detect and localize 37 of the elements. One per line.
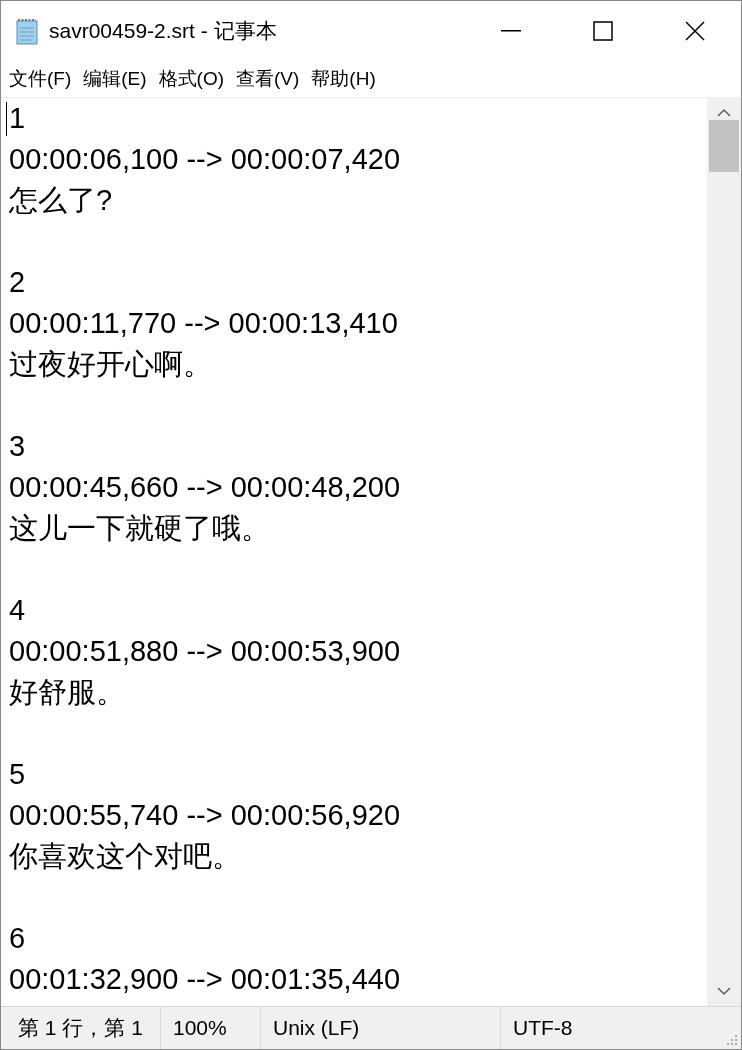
- subtitle-timecode: 00:00:55,740 --> 00:00:56,920: [9, 798, 401, 833]
- text-caret: [6, 102, 7, 136]
- subtitle-number: 3: [9, 429, 26, 464]
- menu-item[interactable]: 文件(F): [3, 66, 78, 92]
- status-text: Unix (LF): [261, 1007, 501, 1049]
- maximize-icon: [593, 21, 613, 41]
- subtitle-text: 你喜欢这个对吧。: [9, 839, 241, 874]
- subtitle-timecode: 00:01:32,900 --> 00:01:35,440: [9, 962, 401, 997]
- subtitle-timecode: 00:00:51,880 --> 00:00:53,900: [9, 634, 401, 669]
- scroll-up-icon[interactable]: [717, 108, 731, 118]
- menu-item[interactable]: 帮助(H): [305, 66, 382, 92]
- menu-item[interactable]: 格式(O): [152, 66, 231, 92]
- subtitle-text: 好舒服。: [9, 675, 125, 710]
- menu-item[interactable]: 编辑(E): [77, 66, 153, 92]
- notepad-icon: [15, 17, 41, 45]
- minimize-icon: [501, 30, 521, 32]
- scroll-thumb[interactable]: [709, 120, 739, 172]
- subtitle-number: 6: [9, 921, 26, 956]
- status-text: 第 1 行，第 1: [1, 1007, 161, 1049]
- resize-grip-icon[interactable]: [725, 1033, 737, 1045]
- subtitle-number: 4: [9, 593, 26, 628]
- subtitle-timecode: 00:00:06,100 --> 00:00:07,420: [9, 142, 401, 177]
- subtitle-number: 1: [9, 101, 26, 136]
- menu-item[interactable]: 查看(V): [230, 66, 306, 92]
- status-text: UTF-8: [512, 1015, 574, 1041]
- vertical-scrollbar[interactable]: [707, 98, 741, 1006]
- scroll-down-icon[interactable]: [717, 986, 731, 996]
- subtitle-number: 2: [9, 265, 26, 300]
- subtitle-text: 怎么了?: [9, 183, 113, 218]
- subtitle-number: 5: [9, 757, 26, 792]
- window-title: savr00459-2.srt - 记事本: [49, 18, 278, 44]
- subtitle-text: 过夜好开心啊。: [9, 347, 212, 382]
- subtitle-timecode: 00:00:11,770 --> 00:00:13,410: [9, 306, 398, 341]
- subtitle-text: 这儿一下就硬了哦。: [9, 511, 270, 546]
- close-icon: [685, 21, 705, 41]
- subtitle-timecode: 00:00:45,660 --> 00:00:48,200: [9, 470, 401, 505]
- status-text: 100%: [161, 1007, 261, 1049]
